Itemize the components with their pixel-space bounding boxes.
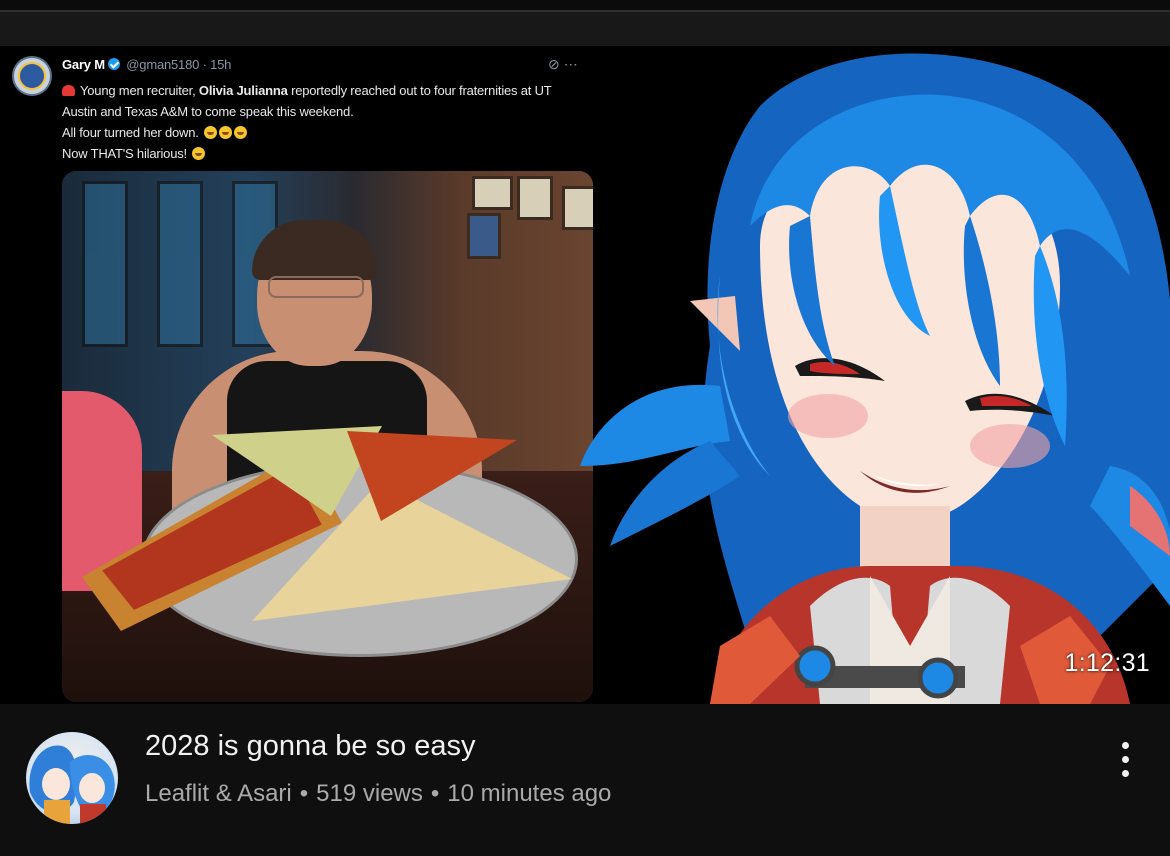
tweet-line1-pre: Young men recruiter, xyxy=(80,83,199,98)
rofl-emoji-icon xyxy=(192,147,206,160)
duration-label: 1:12:31 xyxy=(1064,649,1150,677)
video-meta: 2028 is gonna be so easy Leaflit & Asari… xyxy=(0,704,1170,856)
separator-dot: • xyxy=(430,780,440,807)
tweet-line1-bold: Olivia Julianna xyxy=(198,83,288,98)
tweet-time-sep: · xyxy=(202,57,211,72)
tweet-body: Young men recruiter, Olivia Julianna rep… xyxy=(62,80,582,164)
tweet-line2: All four turned her down. xyxy=(62,125,199,140)
verified-icon xyxy=(107,58,120,70)
top-bar xyxy=(0,0,1170,46)
rofl-emoji-icon xyxy=(234,126,248,139)
video-thumbnail[interactable]: Gary M @gman5180 · 15h ⊘⋯ Young men recr… xyxy=(0,46,1170,704)
tweet-time: 15h xyxy=(210,57,232,72)
separator-dot: • xyxy=(299,780,309,807)
tweet-author-name: Gary M xyxy=(62,57,105,72)
tweet-line3: Now THAT'S hilarious! xyxy=(62,146,187,161)
video-title[interactable]: 2028 is gonna be so easy xyxy=(145,730,476,763)
channel-avatar[interactable] xyxy=(26,732,118,824)
tweet-photo xyxy=(62,171,593,702)
channel-avatar-art xyxy=(29,745,115,824)
tweet-avatar xyxy=(12,56,52,96)
upload-age: 10 minutes ago xyxy=(447,780,612,807)
grok-icon: ⊘ xyxy=(548,56,564,72)
tweet-header: Gary M @gman5180 · 15h xyxy=(62,57,231,72)
tweet-screenshot: Gary M @gman5180 · 15h ⊘⋯ Young men recr… xyxy=(0,46,600,704)
channel-name[interactable]: Leaflit & Asari xyxy=(145,780,292,807)
more-options-button[interactable] xyxy=(1110,740,1140,780)
rofl-emoji-icon xyxy=(204,126,218,139)
tweet-handle: @gman5180 xyxy=(126,57,200,72)
video-subline: Leaflit & Asari • 519 views • 10 minutes ago xyxy=(145,780,611,808)
view-count: 519 views xyxy=(316,780,423,807)
anime-character-illustration xyxy=(580,53,1170,704)
rofl-emoji-icon xyxy=(219,126,233,139)
siren-emoji-icon xyxy=(62,85,75,96)
